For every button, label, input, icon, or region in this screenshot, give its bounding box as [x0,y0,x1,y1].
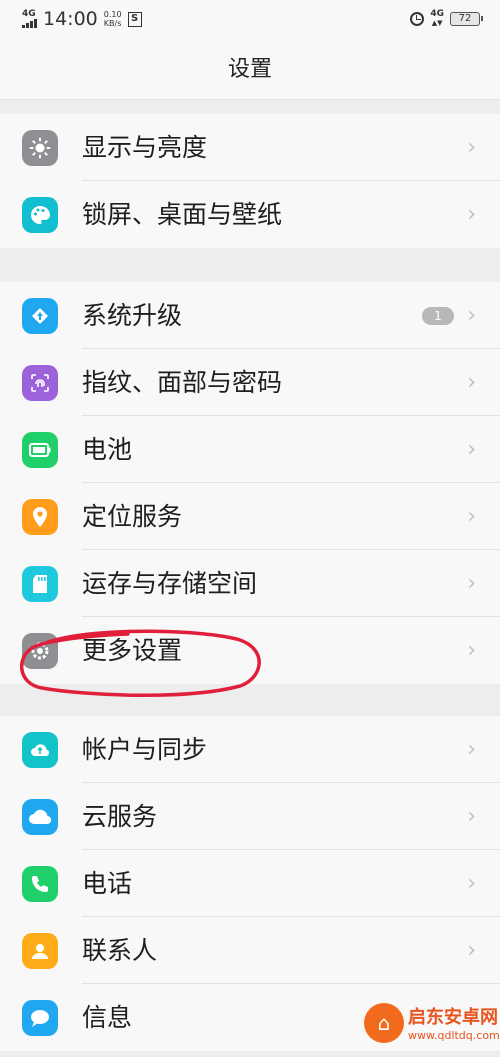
fingerprint-icon [22,365,58,401]
palette-icon [22,197,58,233]
item-label: 电池 [82,435,133,464]
item-label: 信息 [82,1003,133,1032]
clock: 14:00 [43,8,98,30]
chevron-right-icon: › [467,871,476,896]
chevron-right-icon: › [467,504,476,529]
settings-item-battery[interactable]: 电池 › [0,416,500,483]
settings-item-account-sync[interactable]: 帐户与同步 › [0,716,500,783]
phone-icon [22,866,58,902]
speed-unit: KB/s [103,19,122,28]
chevron-right-icon: › [467,303,476,328]
item-label: 电话 [82,869,133,898]
chevron-right-icon: › [467,737,476,762]
chevron-right-icon: › [467,638,476,663]
location-icon [22,499,58,535]
settings-item-phone[interactable]: 电话 › [0,850,500,917]
settings-item-lockscreen-wallpaper[interactable]: 锁屏、桌面与壁纸 › [0,181,500,248]
item-label: 显示与亮度 [82,133,208,162]
watermark-name: 启东安卓网 [408,1007,498,1028]
settings-group-system: 系统升级 1 › 指纹、面部与密码 › 电池 › 定位服务 › 运存与存储空间 … [0,282,500,684]
mobile-data-icon: 4G ▲▼ [430,9,444,28]
speed-value: 0.10 [103,10,122,19]
settings-item-cloud-service[interactable]: 云服务 › [0,783,500,850]
settings-item-system-upgrade[interactable]: 系统升级 1 › [0,282,500,349]
chevron-right-icon: › [467,938,476,963]
item-label: 运存与存储空间 [82,569,258,598]
alarm-icon [410,12,425,26]
watermark-logo-icon: ⌂ [364,1003,404,1043]
item-label: 指纹、面部与密码 [82,368,283,397]
settings-group-display: 显示与亮度 › 锁屏、桌面与壁纸 › [0,114,500,248]
chevron-right-icon: › [467,571,476,596]
red-circle-annotation [19,629,261,698]
network-type: 4G [22,9,36,19]
item-label: 联系人 [82,936,158,965]
network-type-right: 4G [430,9,444,19]
battery-level: 72 [458,13,472,24]
cloud-icon [22,799,58,835]
contact-icon [22,933,58,969]
item-label: 云服务 [82,802,158,831]
sim-icon: S [127,11,142,27]
status-bar: 4G 14:00 0.10 KB/s S 4G ▲▼ 72 [0,0,500,40]
settings-item-location[interactable]: 定位服务 › [0,483,500,550]
settings-item-contacts[interactable]: 联系人 › [0,917,500,984]
sun-icon [22,130,58,166]
watermark-url: www.qdltdq.com [408,1029,500,1042]
signal-icon: 4G [22,10,37,28]
item-label: 锁屏、桌面与壁纸 [82,200,283,229]
battery-icon: 72 [450,12,483,26]
chevron-right-icon: › [467,202,476,227]
update-count-badge: 1 [422,307,454,325]
item-label: 定位服务 [82,502,183,531]
account-sync-icon [22,732,58,768]
page-title: 设置 [0,40,500,100]
item-label: 帐户与同步 [82,735,208,764]
settings-item-memory-storage[interactable]: 运存与存储空间 › [0,550,500,617]
watermark: ⌂ 启东安卓网 www.qdltdq.com [364,1001,500,1051]
settings-item-display-brightness[interactable]: 显示与亮度 › [0,114,500,181]
chevron-right-icon: › [467,135,476,160]
settings-item-fingerprint-face-password[interactable]: 指纹、面部与密码 › [0,349,500,416]
network-speed: 0.10 KB/s [104,10,122,28]
chevron-right-icon: › [467,437,476,462]
message-icon [22,1000,58,1036]
chevron-right-icon: › [467,370,476,395]
battery-settings-icon [22,432,58,468]
upgrade-icon [22,298,58,334]
item-label: 系统升级 [82,301,183,330]
chevron-right-icon: › [467,804,476,829]
sd-card-icon [22,566,58,602]
